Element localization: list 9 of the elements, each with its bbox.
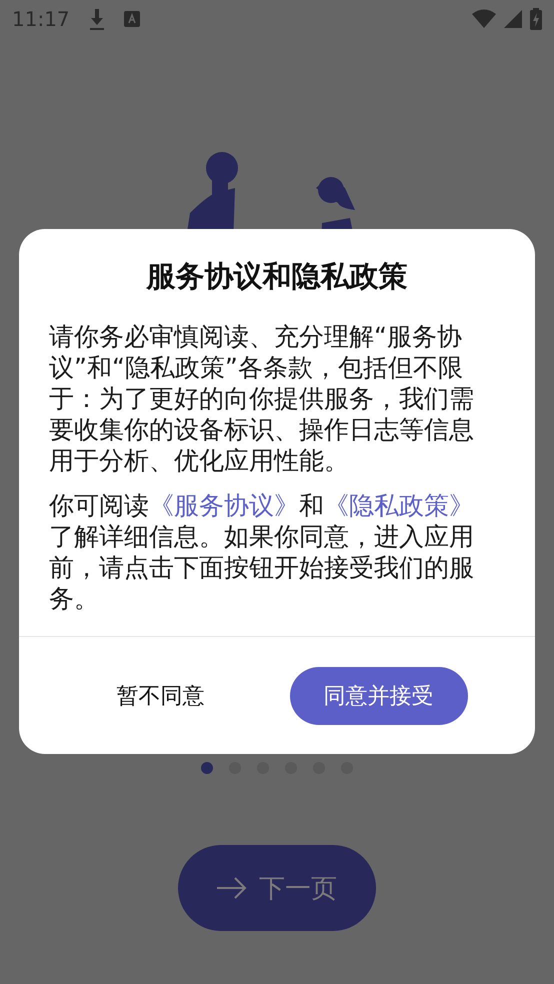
next-button[interactable]: 下一页 xyxy=(178,845,376,931)
policy-link[interactable]: 《服务协议》 xyxy=(149,491,299,520)
dialog-text: 你可阅读《服务协议》和《隐私政策》 了解详细信息。如果你同意，进入应用前，请点击下面按钮开始接受我们的服务。 xyxy=(49,490,475,614)
decline-button[interactable]: 暂不同意 xyxy=(86,670,234,720)
dialog-text: 请你务必审慎阅读、充分理解“服务协议”和“隐私政策”各条款，包括但不限于：为了更好的向你提供服务，我们需要收集你的设备标识、操作日志等信息用于分析、优化应用性能。 xyxy=(49,321,475,476)
accept-button[interactable]: 同意并接受 xyxy=(290,666,468,724)
dialog-title: 服务协议和隐私政策 xyxy=(145,258,408,295)
status-time: 11:17 xyxy=(12,7,70,31)
policy-link[interactable]: 《隐私政策》 xyxy=(324,491,474,520)
